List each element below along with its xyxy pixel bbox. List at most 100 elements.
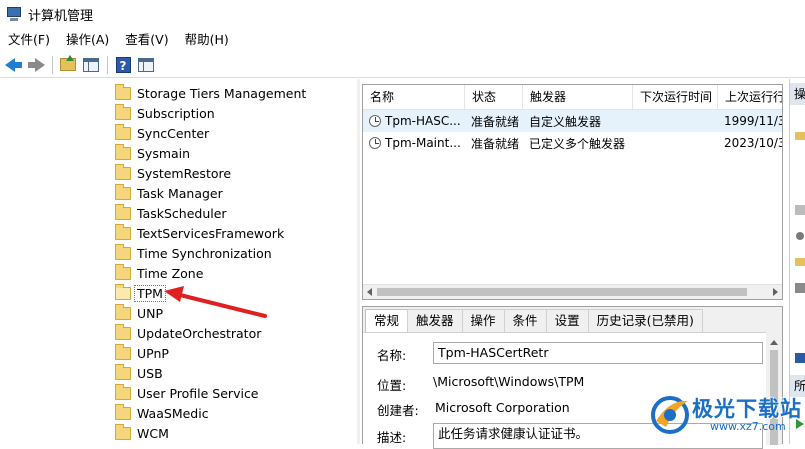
action-icon[interactable] bbox=[795, 131, 805, 141]
help-icon: ? bbox=[115, 56, 131, 73]
folder-icon bbox=[115, 363, 131, 380]
window-title: 计算机管理 bbox=[28, 8, 94, 24]
tree-item[interactable]: Time Zone bbox=[115, 263, 203, 283]
task-last-run-cell: 1999/11/3 bbox=[724, 114, 782, 128]
horizontal-scrollbar[interactable] bbox=[363, 284, 782, 299]
detail-tabs: 常规 触发器 操作 条件 设置 历史记录(已禁用) bbox=[363, 307, 782, 333]
column-header-trigger[interactable]: 触发器 bbox=[523, 85, 633, 110]
folder-icon bbox=[115, 123, 131, 140]
up-folder-icon bbox=[60, 55, 76, 71]
menu-view[interactable]: 查看(V) bbox=[117, 28, 176, 52]
tree-item[interactable]: WCM bbox=[115, 423, 169, 443]
back-arrow-icon bbox=[4, 57, 22, 72]
folder-icon bbox=[115, 183, 131, 200]
scroll-up-icon[interactable] bbox=[770, 340, 778, 345]
action-icon[interactable] bbox=[795, 283, 805, 293]
folder-icon bbox=[115, 243, 131, 260]
show-hide-tree-icon bbox=[83, 57, 99, 72]
watermark-text: 极光下载站 bbox=[692, 397, 802, 421]
location-value: \Microsoft\Windows\TPM bbox=[433, 374, 585, 389]
author-value: Microsoft Corporation bbox=[435, 400, 570, 415]
tab-settings[interactable]: 设置 bbox=[545, 309, 589, 332]
folder-icon bbox=[115, 163, 131, 180]
navigation-tree[interactable]: Storage Tiers Management Subscription Sy… bbox=[0, 79, 357, 444]
tab-triggers[interactable]: 触发器 bbox=[407, 309, 463, 332]
task-last-run-cell: 2023/10/3 bbox=[724, 136, 782, 150]
location-label: 位置: bbox=[377, 378, 407, 393]
column-header-status[interactable]: 状态 bbox=[465, 85, 523, 110]
tree-item[interactable]: TaskScheduler bbox=[115, 203, 227, 223]
folder-icon bbox=[115, 203, 131, 220]
tree-item[interactable]: Task Manager bbox=[115, 183, 223, 203]
action-icon[interactable] bbox=[795, 205, 805, 215]
up-one-level-button[interactable] bbox=[57, 54, 79, 76]
tab-conditions[interactable]: 条件 bbox=[503, 309, 547, 332]
folder-icon bbox=[115, 403, 131, 420]
action-icon[interactable] bbox=[795, 231, 805, 241]
forward-button[interactable] bbox=[25, 54, 47, 76]
action-pane-icon bbox=[138, 57, 154, 72]
tree-item[interactable]: SyncCenter bbox=[115, 123, 209, 143]
task-list[interactable]: 名称 状态 触发器 下次运行时间 上次运行行 Tpm-HASC... 准备就绪 … bbox=[362, 84, 783, 300]
task-name-cell: Tpm-Maint... bbox=[363, 136, 465, 150]
tab-history[interactable]: 历史记录(已禁用) bbox=[587, 309, 703, 332]
tree-item[interactable]: SystemRestore bbox=[115, 163, 231, 183]
forward-arrow-icon bbox=[27, 57, 45, 72]
show-action-pane-button[interactable] bbox=[135, 54, 157, 76]
title-bar: 计算机管理 bbox=[0, 0, 805, 28]
task-status-cell: 准备就绪 bbox=[471, 136, 520, 151]
tree-item[interactable]: Storage Tiers Management bbox=[115, 83, 306, 103]
scheduled-task-icon bbox=[369, 115, 381, 127]
tree-item[interactable]: UNP bbox=[115, 303, 163, 323]
tree-item[interactable]: WaaSMedic bbox=[115, 403, 209, 423]
folder-icon bbox=[115, 383, 131, 400]
pane-splitter[interactable] bbox=[357, 79, 360, 444]
author-label: 创建者: bbox=[377, 403, 419, 418]
tree-item[interactable]: Time Synchronization bbox=[115, 243, 272, 263]
task-list-header: 名称 状态 触发器 下次运行时间 上次运行行 bbox=[363, 85, 782, 110]
tab-actions[interactable]: 操作 bbox=[461, 309, 505, 332]
task-row[interactable]: Tpm-HASC... 准备就绪 自定义触发器 1999/11/3 bbox=[363, 110, 782, 132]
annotation-arrow bbox=[164, 286, 267, 318]
tree-item[interactable]: UPnP bbox=[115, 343, 169, 363]
column-header-next-run[interactable]: 下次运行时间 bbox=[633, 85, 718, 110]
folder-icon bbox=[115, 263, 131, 280]
folder-icon bbox=[115, 283, 131, 300]
tree-item[interactable]: USB bbox=[115, 363, 163, 383]
menu-file[interactable]: 文件(F) bbox=[0, 28, 58, 52]
tree-item[interactable]: TextServicesFramework bbox=[115, 223, 284, 243]
folder-icon bbox=[115, 303, 131, 320]
tree-item[interactable]: User Profile Service bbox=[115, 383, 259, 403]
tree-item[interactable]: Sysmain bbox=[115, 143, 190, 163]
tree-item[interactable]: UpdateOrchestrator bbox=[115, 323, 261, 343]
back-button[interactable] bbox=[2, 54, 24, 76]
name-label: 名称: bbox=[377, 348, 407, 363]
scroll-left-icon[interactable] bbox=[367, 288, 372, 296]
action-icon[interactable] bbox=[795, 257, 805, 267]
tab-general[interactable]: 常规 bbox=[365, 309, 409, 333]
description-label: 描述: bbox=[377, 430, 407, 445]
task-row[interactable]: Tpm-Maint... 准备就绪 已定义多个触发器 2023/10/3 bbox=[363, 132, 782, 154]
tree-item-tpm[interactable]: TPM bbox=[115, 283, 166, 303]
help-button[interactable]: ? bbox=[112, 54, 134, 76]
toolbar-separator bbox=[52, 55, 53, 74]
scroll-right-icon[interactable] bbox=[773, 288, 778, 296]
tree-item[interactable]: Subscription bbox=[115, 103, 215, 123]
scroll-thumb[interactable] bbox=[377, 288, 747, 296]
folder-icon bbox=[115, 103, 131, 120]
menu-help[interactable]: 帮助(H) bbox=[177, 28, 237, 52]
column-header-name[interactable]: 名称 bbox=[363, 85, 465, 110]
help-icon[interactable] bbox=[795, 353, 805, 363]
computer-management-icon bbox=[6, 6, 22, 22]
folder-icon bbox=[115, 83, 131, 100]
watermark: 极光下载站 www.xz7.com bbox=[648, 389, 803, 441]
task-trigger-cell: 已定义多个触发器 bbox=[529, 136, 626, 151]
task-name-field[interactable]: Tpm-HASCertRetr bbox=[433, 342, 763, 364]
folder-icon bbox=[115, 423, 131, 440]
actions-header[interactable]: 操 bbox=[790, 83, 805, 105]
toolbar-separator bbox=[107, 55, 108, 74]
task-status-cell: 准备就绪 bbox=[471, 114, 520, 129]
column-header-last-run[interactable]: 上次运行行 bbox=[718, 85, 782, 110]
show-hide-tree-button[interactable] bbox=[80, 54, 102, 76]
menu-action[interactable]: 操作(A) bbox=[58, 28, 117, 52]
